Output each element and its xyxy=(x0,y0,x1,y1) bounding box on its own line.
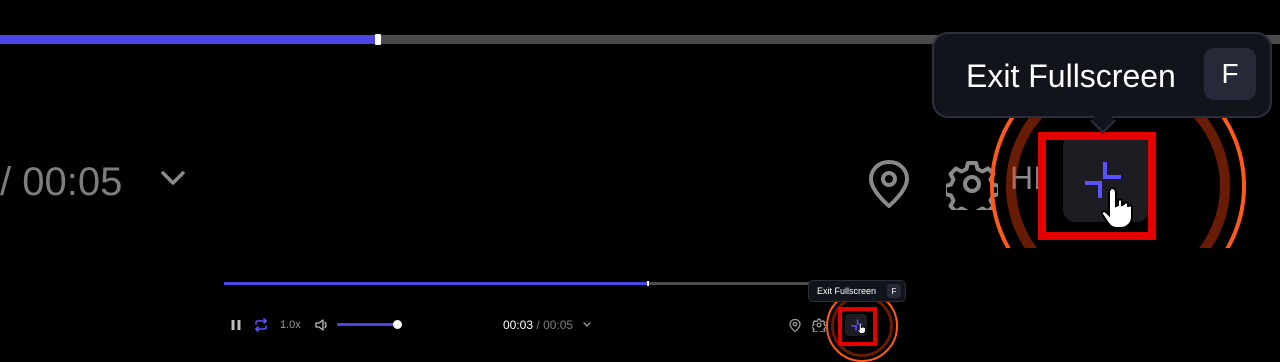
chevron-down-icon[interactable] xyxy=(160,170,186,186)
loop-icon[interactable] xyxy=(253,318,269,332)
tooltip-label: Exit Fullscreen xyxy=(966,58,1176,94)
current-time: 00:03 xyxy=(503,318,534,332)
zoomed-tooltip: Exit Fullscreen F xyxy=(932,32,1272,118)
gear-icon[interactable] xyxy=(812,318,826,332)
zoomed-inset: / 00:05 HI Exit Fullscreen F xyxy=(0,0,1280,248)
tooltip-label: Exit Fullscreen xyxy=(817,286,877,296)
time-display: 00:03 / 00:05 xyxy=(503,318,573,332)
hand-cursor-icon xyxy=(1100,186,1133,229)
video-player-controls: 1.0x 00:03 / 00:05 Exit Fullscreen F xyxy=(0,248,1280,362)
duration: 00:05 xyxy=(543,318,574,332)
volume-icon[interactable] xyxy=(314,318,330,332)
zoomed-progress-thumb[interactable] xyxy=(375,34,382,45)
location-pin-icon[interactable] xyxy=(788,318,802,333)
volume-fill xyxy=(337,323,398,326)
tooltip: Exit Fullscreen F xyxy=(808,280,906,302)
volume-slider[interactable] xyxy=(337,320,403,329)
chevron-down-icon[interactable] xyxy=(583,322,591,328)
location-pin-icon[interactable] xyxy=(866,158,912,210)
zoomed-progress-fill xyxy=(0,35,376,44)
zoomed-time-display: / 00:05 xyxy=(0,160,123,204)
playback-speed-button[interactable]: 1.0x xyxy=(280,319,301,331)
volume-knob[interactable] xyxy=(393,320,403,329)
progress-fill xyxy=(224,282,647,285)
hand-cursor-icon xyxy=(857,322,866,334)
progress-track[interactable] xyxy=(224,281,824,286)
progress-thumb[interactable] xyxy=(647,281,649,286)
time-separator: / xyxy=(536,318,540,332)
tooltip-shortcut-key: F xyxy=(1204,48,1256,100)
pause-icon[interactable] xyxy=(230,319,242,331)
tooltip-shortcut-key: F xyxy=(887,284,901,298)
